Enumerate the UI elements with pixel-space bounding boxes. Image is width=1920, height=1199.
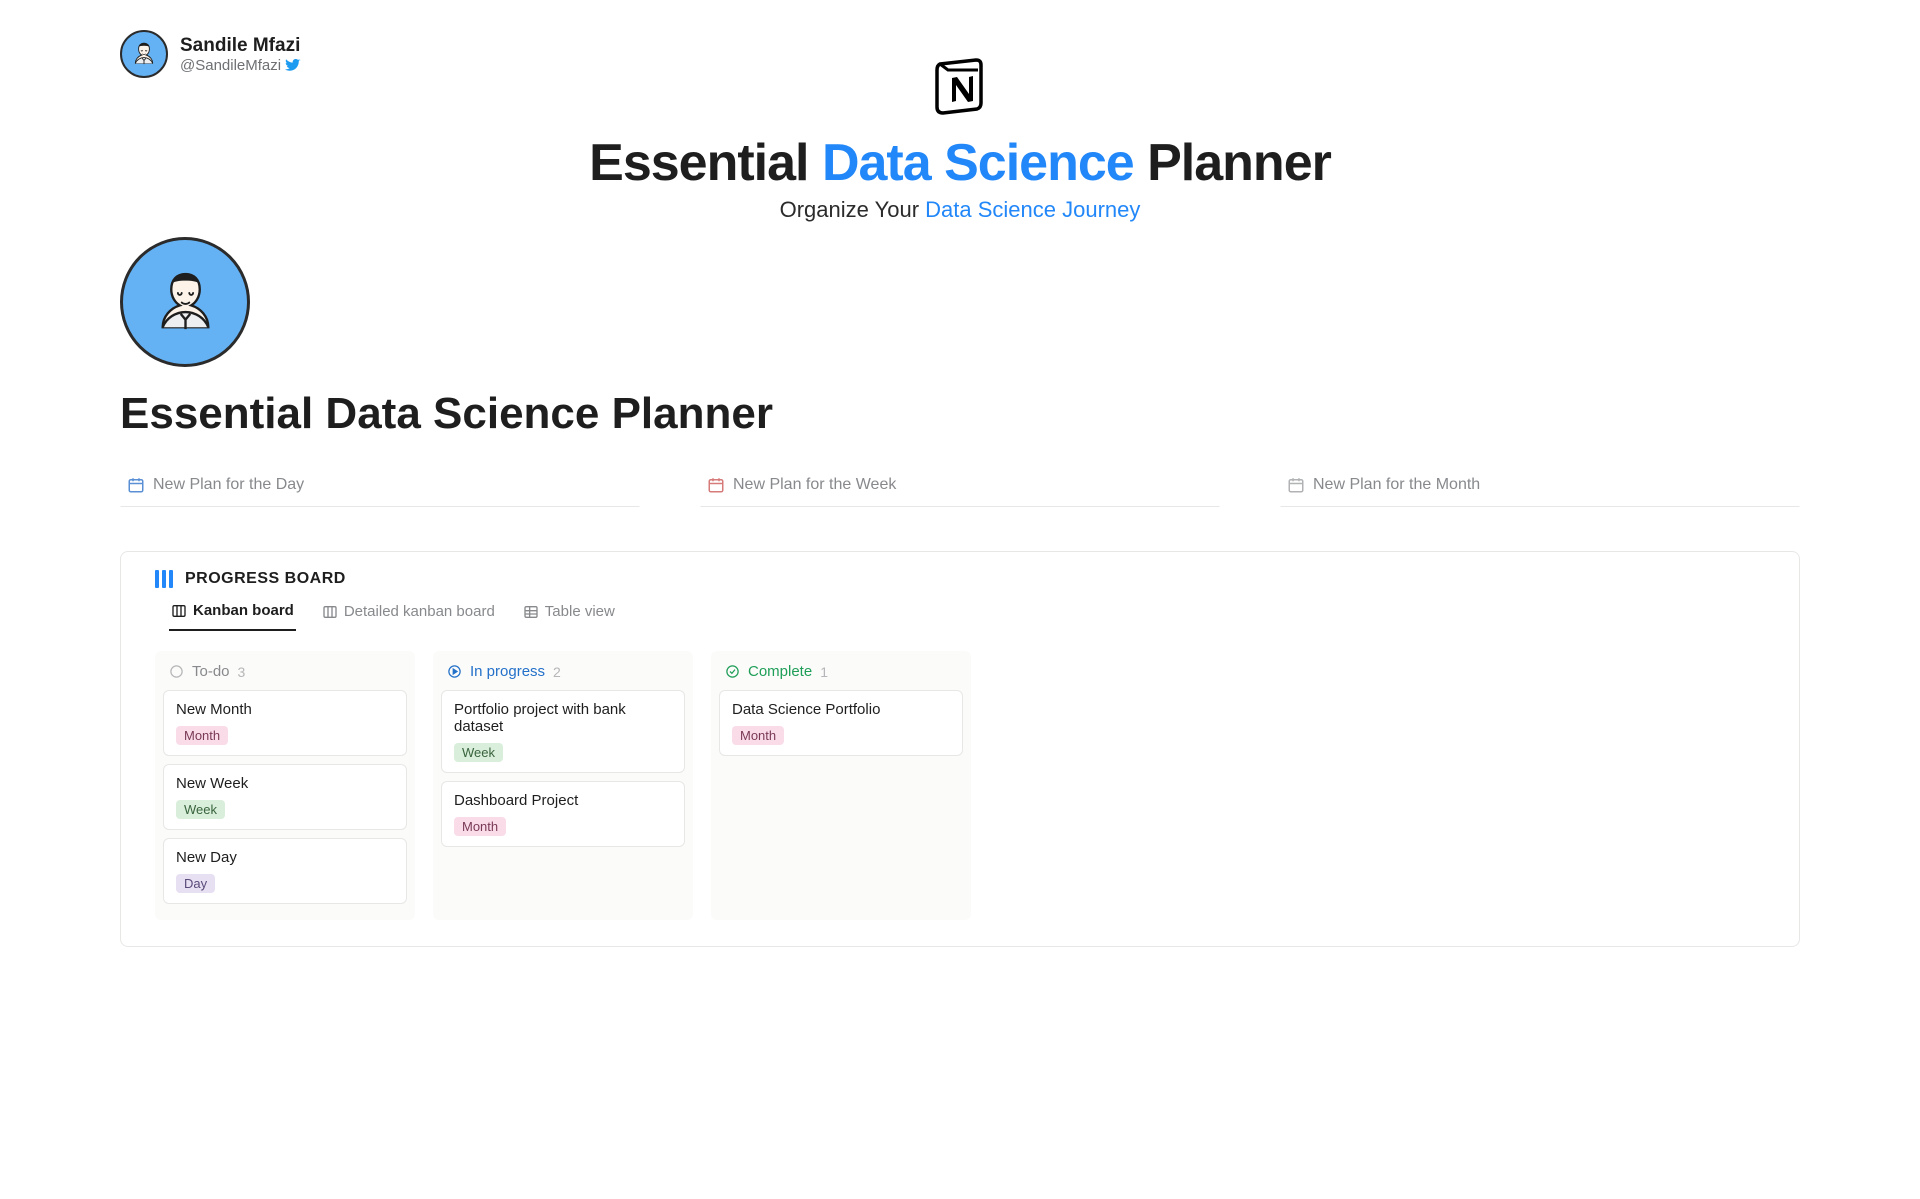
- table-icon: [523, 604, 539, 620]
- column-in-progress: In progress 2 Portfolio project with ban…: [433, 651, 693, 920]
- circle-icon: [169, 664, 184, 679]
- kanban-card[interactable]: New Month Month: [163, 690, 407, 756]
- column-complete: Complete 1 Data Science PortfolioMonth: [711, 651, 971, 920]
- progress-board: PROGRESS BOARD Kanban board Detailed kan…: [120, 551, 1800, 947]
- new-plan-day-button[interactable]: New Plan for the Day: [120, 467, 640, 507]
- card-title: Portfolio project with bank dataset: [454, 701, 672, 735]
- play-circle-icon: [447, 664, 462, 679]
- page-icon[interactable]: [120, 237, 1800, 367]
- kanban-card[interactable]: New Week Week: [163, 764, 407, 830]
- card-tag: Month: [176, 726, 228, 745]
- card-tag: Month: [732, 726, 784, 745]
- card-tag: Day: [176, 874, 215, 893]
- card-title: Data Science Portfolio: [732, 701, 950, 718]
- column-todo: To-do 3 New MonthMonthNew WeekWeekNew Da…: [155, 651, 415, 920]
- card-tag: Month: [454, 817, 506, 836]
- card-title: New Day: [176, 849, 394, 866]
- calendar-month-icon: [1287, 476, 1305, 494]
- new-plan-week-button[interactable]: New Plan for the Week: [700, 467, 1220, 507]
- calendar-week-icon: [707, 476, 725, 494]
- new-plan-month-button[interactable]: New Plan for the Month: [1280, 467, 1800, 507]
- board-icon: [171, 603, 187, 619]
- kanban-card[interactable]: Portfolio project with bank dataset Week: [441, 690, 685, 773]
- card-title: Dashboard Project: [454, 792, 672, 809]
- card-tag: Week: [176, 800, 225, 819]
- board-bars-icon: [155, 570, 173, 588]
- kanban-card[interactable]: New Day Day: [163, 838, 407, 904]
- kanban-card[interactable]: Data Science Portfolio Month: [719, 690, 963, 756]
- tab-table[interactable]: Table view: [521, 602, 617, 631]
- card-title: New Week: [176, 775, 394, 792]
- author-name: Sandile Mfazi: [180, 35, 301, 57]
- hero: Essential Data Science Planner Organize …: [120, 54, 1800, 223]
- tab-detailed-kanban[interactable]: Detailed kanban board: [320, 602, 497, 631]
- board-icon: [322, 604, 338, 620]
- hero-title: Essential Data Science Planner: [120, 133, 1800, 193]
- card-tag: Week: [454, 743, 503, 762]
- kanban-columns: To-do 3 New MonthMonthNew WeekWeekNew Da…: [155, 651, 1765, 920]
- hero-subtitle: Organize Your Data Science Journey: [120, 197, 1800, 223]
- kanban-card[interactable]: Dashboard Project Month: [441, 781, 685, 847]
- board-title: PROGRESS BOARD: [185, 570, 346, 588]
- check-circle-icon: [725, 664, 740, 679]
- board-tabs: Kanban board Detailed kanban board Table…: [169, 602, 1765, 631]
- card-title: New Month: [176, 701, 394, 718]
- page-title: Essential Data Science Planner: [120, 389, 1800, 439]
- calendar-day-icon: [127, 476, 145, 494]
- author-handle[interactable]: @SandileMfazi: [180, 57, 301, 74]
- tab-kanban[interactable]: Kanban board: [169, 602, 296, 631]
- twitter-icon: [285, 57, 301, 73]
- plan-button-row: New Plan for the Day New Plan for the We…: [120, 467, 1800, 507]
- notion-logo-icon: [928, 54, 992, 118]
- author-avatar[interactable]: [120, 30, 168, 78]
